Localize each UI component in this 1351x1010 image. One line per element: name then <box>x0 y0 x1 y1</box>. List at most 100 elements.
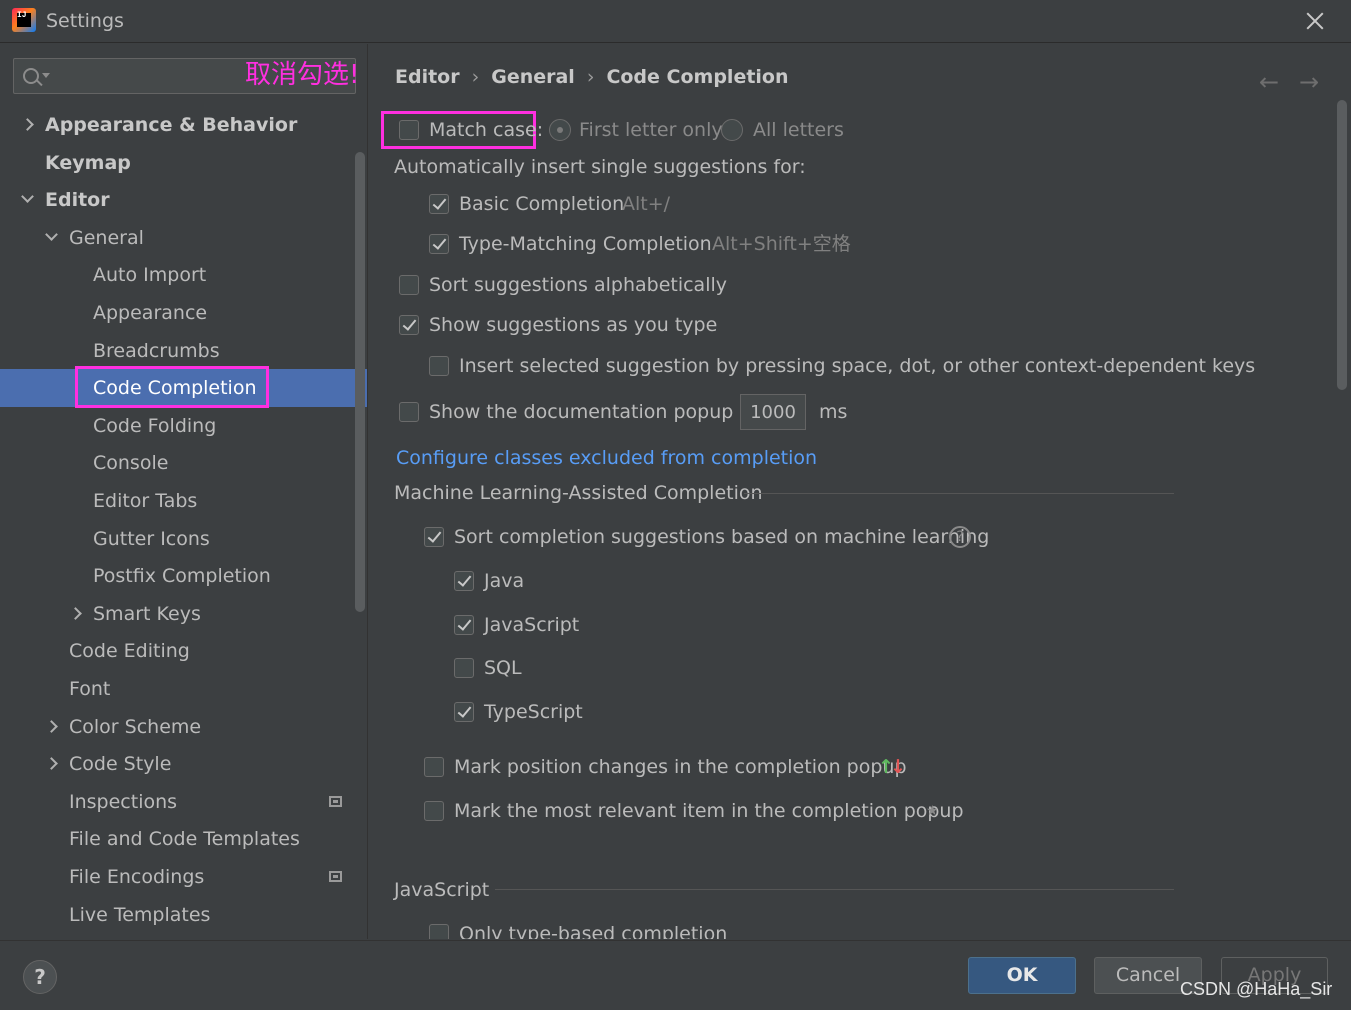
mark-relevant-label: Mark the most relevant item in the compl… <box>454 800 964 822</box>
search-icon[interactable] <box>23 68 39 84</box>
ml-typescript-checkbox[interactable] <box>454 702 474 722</box>
insert-selected-checkbox[interactable] <box>429 356 449 376</box>
sidebar-item-gutter-icons[interactable]: Gutter Icons <box>0 520 367 558</box>
match-case-label: Match case: <box>429 119 544 141</box>
title-bar: IJ Settings <box>0 0 1351 43</box>
ml-sql-label: SQL <box>484 657 522 679</box>
sidebar-item-code-style[interactable]: Code Style <box>0 745 367 783</box>
forward-arrow-icon[interactable]: → <box>1299 68 1319 96</box>
javascript-section-heading: JavaScript <box>394 879 490 901</box>
sidebar-item-label: Appearance & Behavior <box>45 114 298 136</box>
doc-popup-unit: ms <box>819 401 848 423</box>
breadcrumb-code-completion: Code Completion <box>606 66 789 88</box>
sidebar-item-label: Code Style <box>69 753 172 776</box>
sidebar-item-auto-import[interactable]: Auto Import <box>0 256 367 294</box>
close-icon[interactable] <box>1300 6 1330 36</box>
insert-selected-label: Insert selected suggestion by pressing s… <box>459 355 1256 377</box>
sidebar-item-font[interactable]: Font <box>0 670 367 708</box>
breadcrumb-separator: › <box>471 66 480 88</box>
sidebar-item-editor[interactable]: Editor <box>0 181 367 219</box>
sort-alpha-label: Sort suggestions alphabetically <box>429 274 728 296</box>
sidebar-item-editor-tabs[interactable]: Editor Tabs <box>0 482 367 520</box>
breadcrumb-general: General <box>491 66 575 88</box>
chevron-down-icon[interactable] <box>45 227 58 241</box>
show-as-you-type-checkbox[interactable] <box>399 315 419 335</box>
content-scrollbar[interactable] <box>1337 100 1347 390</box>
help-circle-icon[interactable]: ? <box>949 526 971 548</box>
doc-popup-row: Show the documentation popup in ms <box>399 394 879 430</box>
ml-sql-checkbox[interactable] <box>454 658 474 678</box>
chevron-right-icon[interactable] <box>21 118 34 131</box>
sidebar-item-color-scheme[interactable]: Color Scheme <box>0 708 367 746</box>
back-arrow-icon[interactable]: ← <box>1259 68 1279 96</box>
all-letters-radio[interactable] <box>721 119 743 141</box>
sidebar-item-label: Keymap <box>45 151 131 174</box>
ml-javascript-checkbox[interactable] <box>454 615 474 635</box>
chevron-right-icon[interactable] <box>45 757 58 771</box>
sidebar-item-breadcrumbs[interactable]: Breadcrumbs <box>0 332 367 370</box>
settings-icon <box>329 871 342 882</box>
first-letter-label: First letter only <box>579 119 723 141</box>
sidebar-item-appearance[interactable]: Appearance <box>0 294 367 332</box>
sidebar-item-live-templates[interactable]: Live Templates <box>0 896 367 934</box>
sidebar-item-smart-keys[interactable]: Smart Keys <box>0 595 367 633</box>
ml-javascript-label: JavaScript <box>484 614 580 636</box>
sidebar-item-label: File and Code Templates <box>69 828 300 851</box>
sidebar-item-file-and-code-templates[interactable]: File and Code Templates <box>0 820 367 858</box>
chevron-right-icon[interactable] <box>69 606 82 620</box>
sidebar-item-label: Editor <box>45 189 110 212</box>
javascript-section-divider <box>495 889 1174 890</box>
sidebar-item-label: Editor Tabs <box>93 490 198 512</box>
help-button[interactable]: ? <box>23 960 57 994</box>
sidebar-item-label: Color Scheme <box>69 715 202 738</box>
chevron-right-icon[interactable] <box>45 719 58 733</box>
chevron-down-icon[interactable] <box>21 190 34 204</box>
sidebar-item-keymap[interactable]: Keymap <box>0 144 367 182</box>
sidebar-item-label: File Encodings <box>69 866 205 888</box>
sidebar-item-label: Code Folding <box>93 414 217 437</box>
position-down-arrow-icon: ↓ <box>890 756 906 778</box>
basic-completion-label: Basic Completion <box>459 193 625 215</box>
sidebar-item-label: Font <box>69 678 111 700</box>
sidebar-item-code-folding[interactable]: Code Folding <box>0 407 367 445</box>
sidebar-item-inspections[interactable]: Inspections <box>0 783 367 821</box>
auto-insert-heading: Automatically insert single suggestions … <box>394 156 806 178</box>
search-input[interactable] <box>54 63 244 89</box>
breadcrumb-editor: Editor <box>395 66 460 88</box>
doc-popup-checkbox[interactable] <box>399 402 419 422</box>
first-letter-radio[interactable] <box>549 119 571 141</box>
sidebar-item-label: Appearance <box>93 302 208 324</box>
watermark: CSDN @HaHa_Sir <box>1180 979 1333 999</box>
settings-icon <box>329 795 342 807</box>
match-case-checkbox[interactable] <box>399 120 419 140</box>
configure-excluded-link[interactable]: Configure classes excluded from completi… <box>396 444 817 472</box>
sidebar-item-label: Inspections <box>69 790 178 813</box>
basic-completion-checkbox[interactable] <box>429 194 449 214</box>
type-matching-label: Type-Matching Completion <box>459 233 712 255</box>
sort-alpha-checkbox[interactable] <box>399 275 419 295</box>
sidebar-item-appearance-and-behavior[interactable]: Appearance & Behavior <box>0 106 367 144</box>
type-matching-shortcut: Alt+Shift+空格 <box>712 233 851 255</box>
ml-sort-checkbox[interactable] <box>424 527 444 547</box>
ml-section-heading: Machine Learning-Assisted Completion <box>394 482 763 504</box>
mark-position-checkbox[interactable] <box>424 757 444 777</box>
ml-typescript-label: TypeScript <box>484 701 583 723</box>
ml-java-checkbox[interactable] <box>454 571 474 591</box>
sidebar-item-label: Postfix Completion <box>93 565 271 588</box>
doc-popup-delay-input[interactable] <box>740 394 806 430</box>
mark-relevant-checkbox[interactable] <box>424 801 444 821</box>
ml-java-label: Java <box>484 570 525 592</box>
annotation-text: 取消勾选! <box>245 60 360 90</box>
chevron-down-icon[interactable] <box>42 73 50 78</box>
sidebar-item-console[interactable]: Console <box>0 444 367 482</box>
all-letters-label: All letters <box>753 119 844 141</box>
settings-content: Editor › General › Code Completion ← → Match… <box>369 44 1351 939</box>
sidebar-item-file-encodings[interactable]: File Encodings <box>0 858 367 896</box>
sidebar-item-code-editing[interactable]: Code Editing <box>0 632 367 670</box>
js-type-based-checkbox[interactable] <box>429 924 449 939</box>
sidebar-item-postfix-completion[interactable]: Postfix Completion <box>0 557 367 595</box>
sidebar-scrollbar[interactable] <box>355 152 365 612</box>
sidebar-item-general[interactable]: General <box>0 219 367 257</box>
type-matching-checkbox[interactable] <box>429 234 449 254</box>
ok-button[interactable]: OK <box>968 957 1076 994</box>
